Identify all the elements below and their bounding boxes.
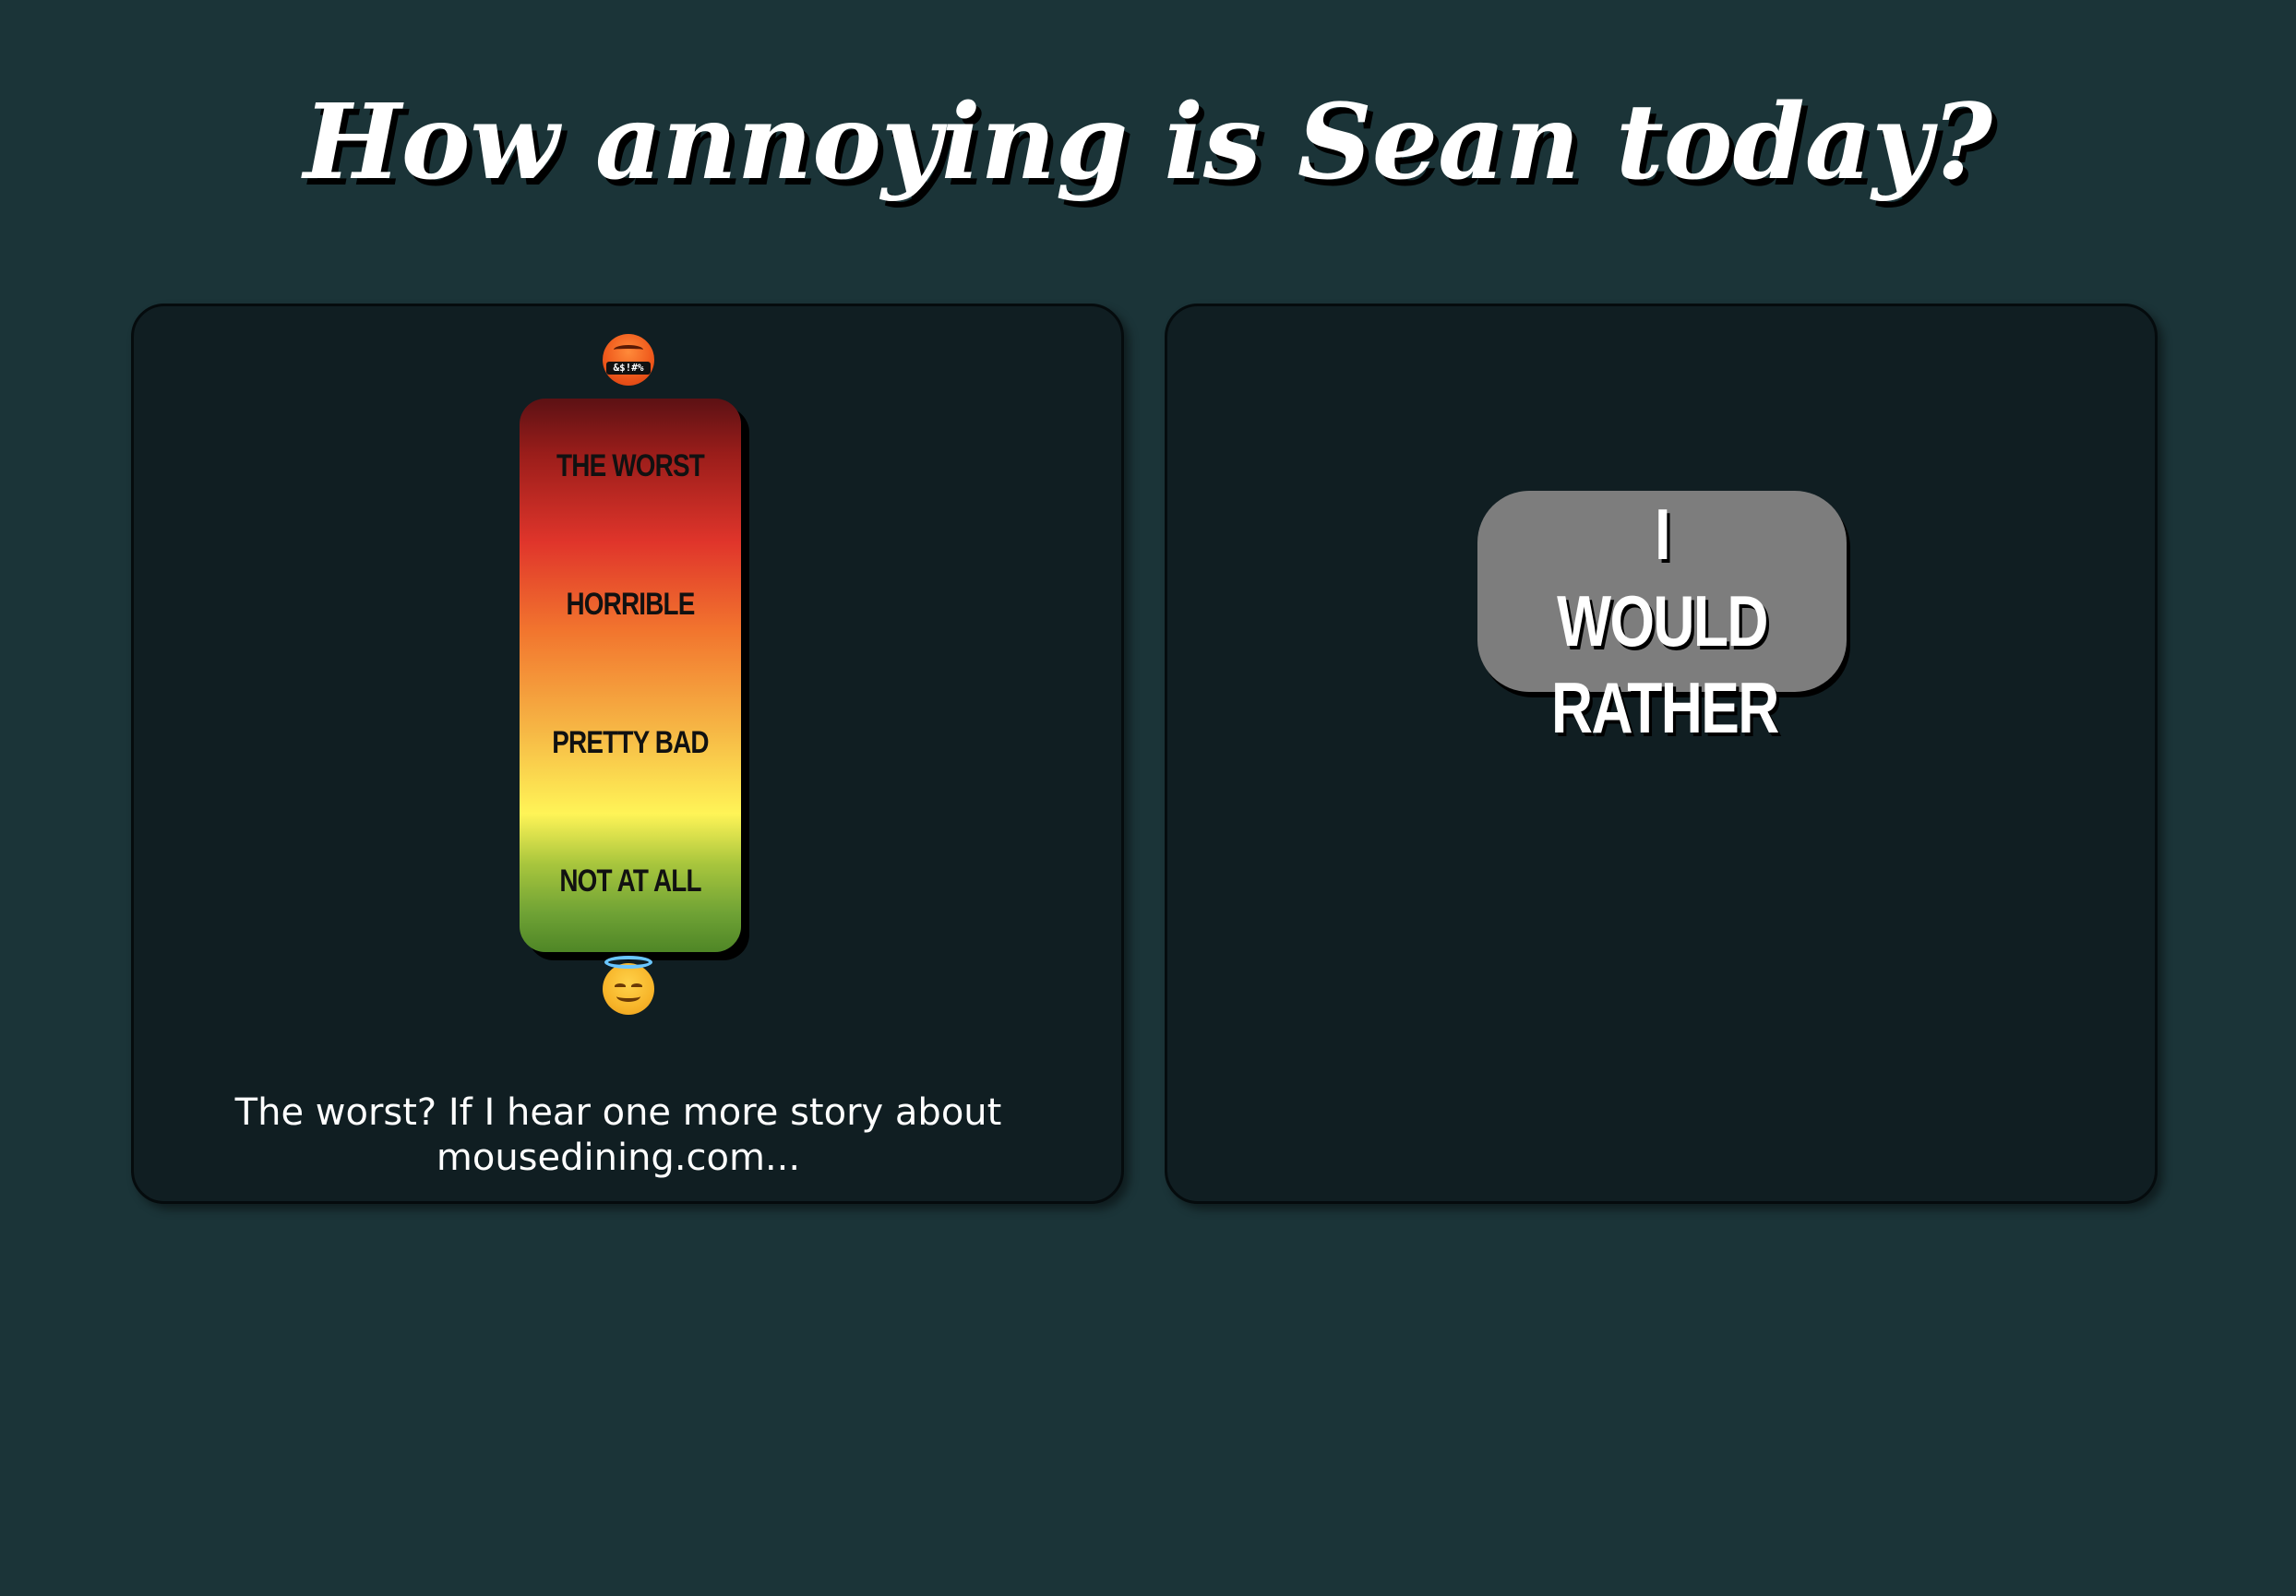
censored-mouth: &$!#% xyxy=(606,362,651,375)
halo xyxy=(604,956,652,969)
meter-level-not-at-all[interactable]: Not at all xyxy=(540,864,722,899)
face-with-symbols-on-mouth-icon: &$!#% xyxy=(603,334,654,386)
smile xyxy=(616,991,640,1002)
annoyance-comment: The worst? If I hear one more story abou… xyxy=(234,1091,1002,1179)
left-eye xyxy=(615,983,626,989)
meter-level-the-worst[interactable]: The worst xyxy=(540,448,722,484)
annoyance-meter[interactable]: The worst Horrible Pretty bad Not at all xyxy=(520,399,741,952)
meter-level-horrible[interactable]: Horrible xyxy=(540,587,722,623)
i-would-rather-button[interactable]: I would rather xyxy=(1477,491,1847,748)
angry-brows xyxy=(614,345,643,354)
i-would-rather-label: I would rather xyxy=(1551,494,1779,748)
smiling-face-with-halo-icon xyxy=(603,956,654,1015)
action-panel: I would rather xyxy=(1165,304,2158,1204)
annoyance-meter-panel: &$!#% The worst Horrible Pretty bad Not … xyxy=(131,304,1124,1204)
meter-level-pretty-bad[interactable]: Pretty bad xyxy=(540,725,722,761)
right-eye xyxy=(631,983,642,989)
page-title: How annoying is Sean today? xyxy=(303,82,1993,203)
